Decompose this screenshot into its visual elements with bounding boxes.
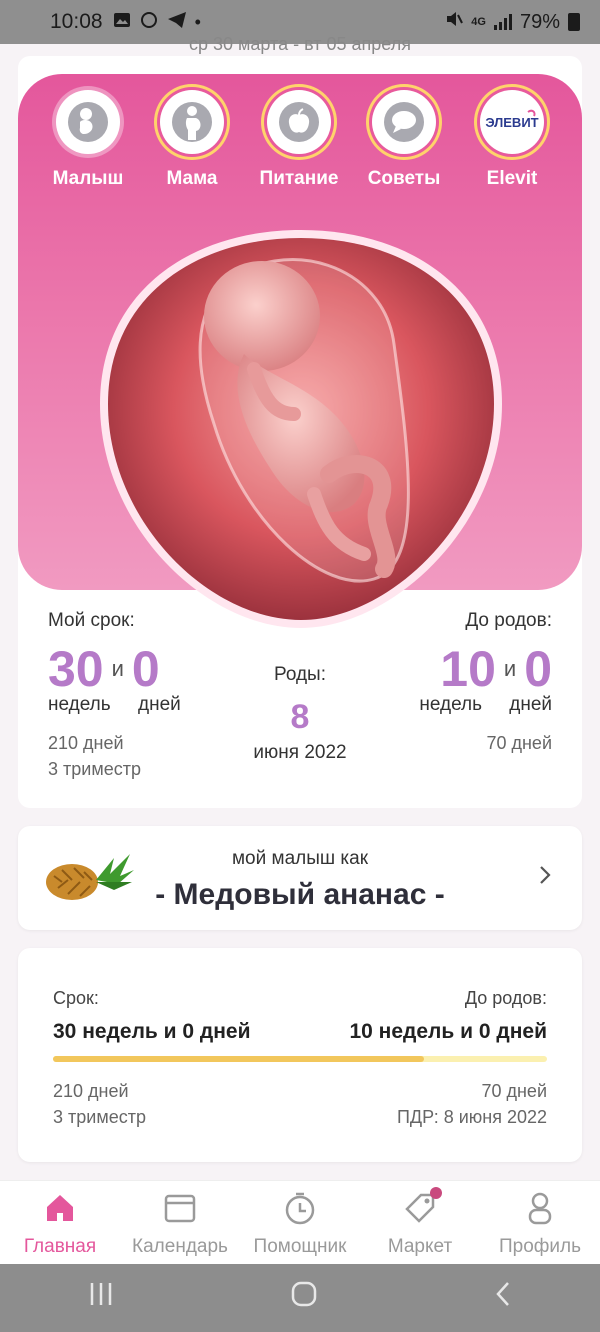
telegram-icon	[167, 11, 187, 34]
apple-icon	[267, 90, 331, 154]
pregnancy-summary-card: Малыш Мама Питание Советы ЭЛЕВИТ Elevit	[18, 56, 582, 808]
progress-days: 210 дней	[53, 1081, 129, 1101]
birth-label: Роды:	[273, 664, 326, 685]
battery-percent: 79%	[519, 10, 560, 33]
system-status: 4G 79%	[445, 10, 580, 34]
term-label: Мой срок:	[48, 610, 135, 631]
app-notification-icon	[139, 11, 159, 34]
remaining-label: До родов:	[465, 610, 552, 631]
shortcut-baby[interactable]: Малыш	[38, 90, 138, 190]
calendar-icon	[163, 1191, 197, 1230]
shortcut-nutrition[interactable]: Питание	[249, 90, 349, 190]
gallery-icon	[113, 12, 131, 33]
more-dot-icon: •	[194, 11, 201, 32]
remaining-value: 10 и 0	[440, 644, 552, 694]
term-trimester: 3 триместр	[48, 759, 141, 779]
status-time: 10:08	[50, 10, 103, 33]
remaining-and: и	[503, 656, 517, 681]
shortcut-mom[interactable]: Мама	[142, 90, 242, 190]
term-weeks-unit: недель	[48, 694, 111, 715]
tab-home-label: Главная	[23, 1236, 97, 1257]
term-value: 30 и 0	[48, 644, 160, 694]
shortcut-elevit[interactable]: ЭЛЕВИТ Elevit	[462, 90, 562, 190]
timer-icon	[283, 1191, 317, 1230]
progress-bar	[53, 1056, 547, 1062]
baby-size-fruit: - Медовый ананас -	[155, 878, 445, 911]
bottom-navigation: Главная Календарь Помощник Маркет Профил…	[0, 1180, 600, 1264]
birth-month-year: июня 2022	[253, 742, 347, 763]
section-shortcuts: Малыш Мама Питание Советы ЭЛЕВИТ Elevit	[18, 90, 582, 220]
pregnancy-stats: Мой срок: 30 и 0 недель дней 210 дней 3 …	[48, 602, 552, 802]
progress-due-date: ПДР: 8 июня 2022	[396, 1107, 547, 1127]
profile-icon	[523, 1191, 557, 1230]
progress-remaining-value: 10 недель и 0 дней	[349, 1020, 547, 1043]
shortcut-tips[interactable]: Советы	[354, 90, 454, 190]
recent-apps-icon[interactable]	[87, 1281, 115, 1315]
signal-icon	[493, 14, 512, 30]
term-days-unit: дней	[138, 694, 181, 715]
chat-bubble-icon	[372, 90, 436, 154]
progress-remaining-days: 70 дней	[481, 1081, 547, 1101]
term-weeks: 30	[48, 641, 104, 697]
tab-calendar-label: Календарь	[132, 1236, 228, 1257]
progress-term-value: 30 недель и 0 дней	[53, 1020, 251, 1043]
tab-profile-label: Профиль	[498, 1236, 582, 1257]
remaining-days-unit: дней	[509, 694, 552, 715]
term-total-days: 210 дней	[48, 733, 124, 753]
progress-term-label: Срок:	[53, 988, 99, 1008]
baby-size-caption: мой малыш как	[231, 848, 369, 869]
baby-icon	[56, 90, 120, 154]
term-days: 0	[131, 641, 160, 697]
remaining-days: 0	[524, 641, 552, 697]
progress-trimester: 3 триместр	[53, 1107, 146, 1127]
fetus-illustration[interactable]	[94, 224, 508, 634]
notification-icons: •	[113, 11, 201, 34]
remaining-weeks-unit: недель	[419, 694, 482, 715]
remaining-weeks: 10	[440, 641, 496, 697]
tab-calendar[interactable]: Календарь	[120, 1181, 240, 1264]
birth-day: 8	[290, 698, 310, 736]
shortcut-tips-label: Советы	[367, 168, 441, 189]
network-type: 4G	[471, 16, 486, 28]
chevron-right-icon	[538, 864, 552, 891]
mom-icon	[160, 90, 224, 154]
back-icon[interactable]	[493, 1280, 513, 1316]
notification-dot	[430, 1187, 442, 1199]
term-and: и	[111, 656, 124, 681]
progress-card: Срок: До родов: 30 недель и 0 дней 10 не…	[18, 948, 582, 1162]
tab-assistant-label: Помощник	[253, 1236, 347, 1257]
shortcut-mom-label: Мама	[166, 168, 218, 189]
tab-market[interactable]: Маркет	[360, 1181, 480, 1264]
progress-remaining-label: До родов:	[464, 988, 547, 1008]
mute-icon	[445, 10, 464, 34]
tab-assistant[interactable]: Помощник	[240, 1181, 360, 1264]
tab-market-label: Маркет	[387, 1236, 453, 1257]
system-navigation-bar	[0, 1264, 600, 1332]
svg-text:ЭЛЕВИТ: ЭЛЕВИТ	[485, 115, 538, 130]
home-icon	[43, 1191, 77, 1230]
battery-icon	[568, 13, 580, 31]
baby-size-card[interactable]: мой малыш как - Медовый ананас -	[18, 826, 582, 930]
shortcut-baby-label: Малыш	[52, 168, 124, 189]
tab-profile[interactable]: Профиль	[480, 1181, 600, 1264]
tab-home[interactable]: Главная	[0, 1181, 120, 1264]
remaining-total-days: 70 дней	[486, 733, 552, 753]
home-button-icon[interactable]	[290, 1280, 318, 1316]
progress-bar-fill	[53, 1056, 424, 1062]
elevit-logo: ЭЛЕВИТ	[480, 90, 544, 154]
shortcut-elevit-label: Elevit	[486, 168, 538, 189]
shortcut-nutrition-label: Питание	[259, 168, 339, 189]
week-date-range: ср 30 марта - вт 05 апреля	[189, 34, 411, 54]
